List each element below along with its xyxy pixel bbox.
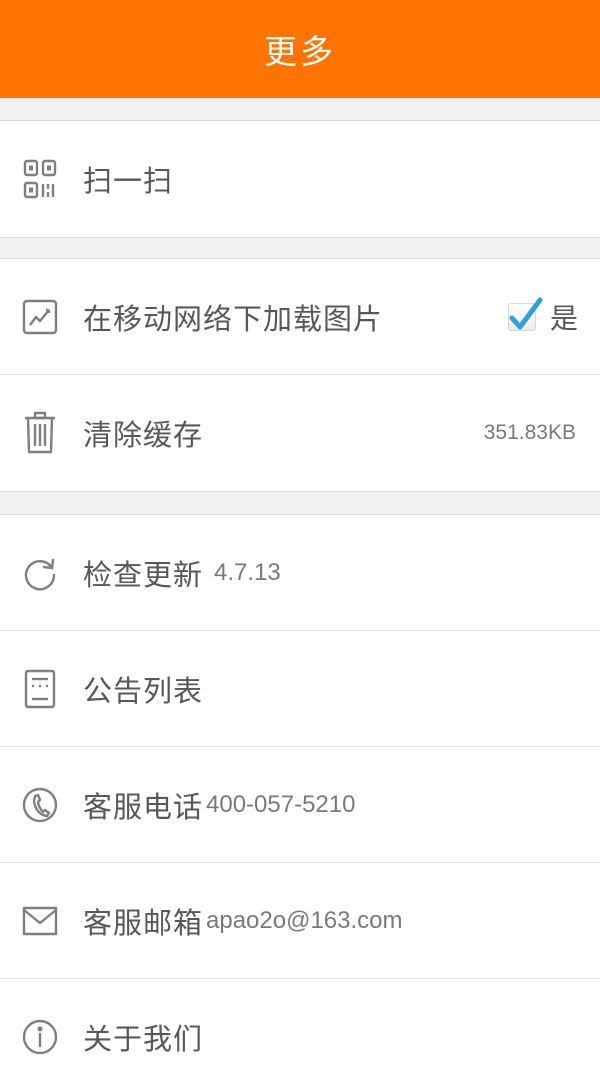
load-images-toggle[interactable]: 是 (507, 297, 578, 337)
checkmark-icon (509, 297, 543, 329)
announcements-row[interactable]: 公告列表 (0, 631, 600, 747)
trash-icon (22, 411, 58, 455)
announcements-label: 公告列表 (83, 673, 204, 708)
group-scan: 扫一扫 (0, 120, 600, 238)
service-phone-row[interactable]: 客服电话 400-057-5210 (0, 747, 600, 863)
service-phone-label: 客服电话 (83, 789, 204, 824)
scan-row[interactable]: 扫一扫 (0, 121, 600, 237)
service-email-row[interactable]: 客服邮箱 apao2o@163.com (0, 863, 600, 979)
page-title: 更多 (264, 32, 336, 71)
group-info: 检查更新 4.7.13 公告列表 客服电话 400-057-5210 客服邮箱 … (0, 514, 600, 1067)
cache-size-value: 351.83KB (483, 421, 576, 444)
about-us-label: 关于我们 (83, 1022, 204, 1056)
refresh-icon (22, 551, 58, 595)
qr-code-icon (22, 157, 58, 201)
service-phone-value[interactable]: 400-057-5210 (206, 791, 355, 819)
notice-list-icon (22, 667, 58, 711)
service-email-value[interactable]: apao2o@163.com (206, 907, 403, 935)
load-images-row: 在移动网络下加载图片 是 (0, 259, 600, 375)
load-images-checkbox[interactable] (507, 297, 543, 331)
check-update-row[interactable]: 检查更新 4.7.13 (0, 515, 600, 631)
phone-icon (22, 783, 58, 827)
info-icon (22, 1015, 58, 1059)
clear-cache-label: 清除缓存 (83, 418, 204, 452)
load-images-label: 在移动网络下加载图片 (83, 301, 384, 336)
about-us-row[interactable]: 关于我们 (0, 979, 600, 1067)
clear-cache-row[interactable]: 清除缓存 351.83KB (0, 375, 600, 491)
header-bar: 更多 (0, 0, 600, 98)
service-email-label: 客服邮箱 (83, 905, 204, 940)
image-chart-icon (22, 295, 58, 339)
load-images-toggle-label: 是 (549, 301, 578, 335)
group-settings: 在移动网络下加载图片 是 清除缓存 351.83KB (0, 258, 600, 492)
mail-icon (22, 899, 58, 943)
check-update-label: 检查更新 (83, 557, 204, 592)
scan-label: 扫一扫 (83, 164, 174, 198)
version-value: 4.7.13 (214, 558, 281, 586)
